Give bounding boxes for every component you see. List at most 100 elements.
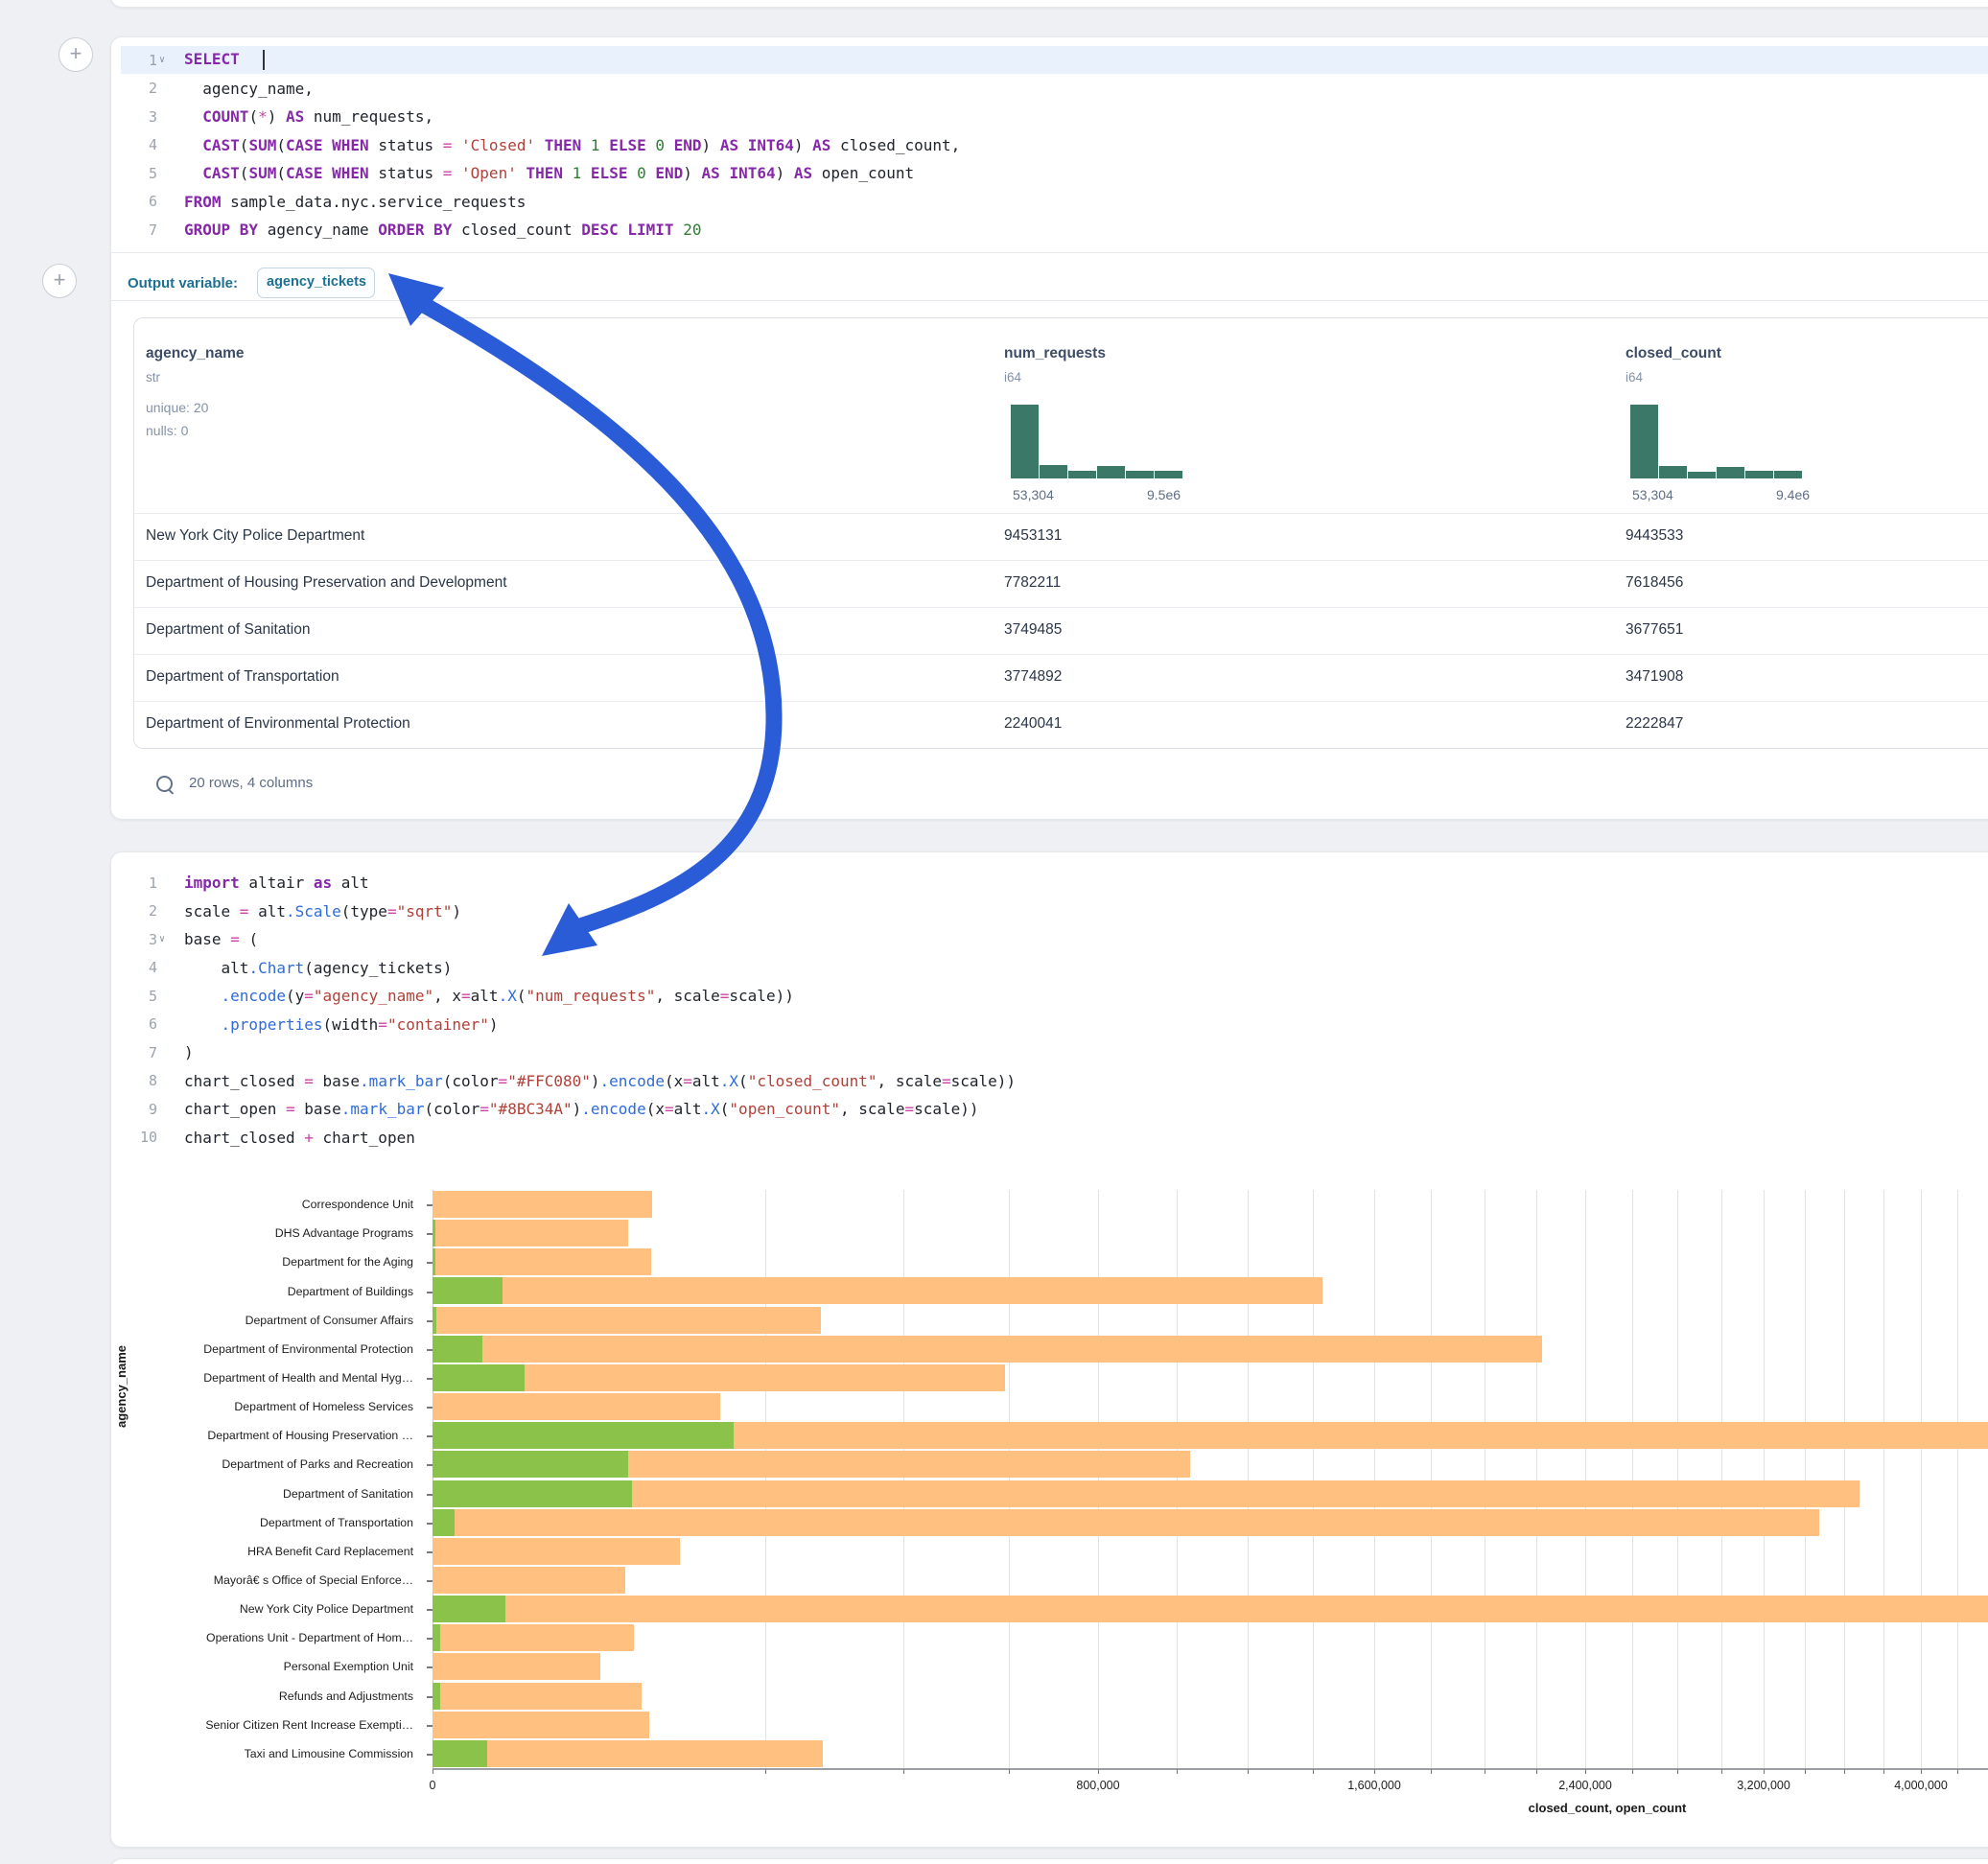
- y-axis-title: agency_name: [114, 1345, 129, 1428]
- code-text: import altair as alt: [173, 874, 369, 892]
- histogram-max-label: 9.5e6: [1147, 487, 1181, 502]
- histogram-min-label: 53,304: [1632, 487, 1673, 502]
- table-cell-agency_name: Department of Housing Preservation and D…: [146, 574, 507, 592]
- y-axis-label: Department of Housing Preservation …: [111, 1429, 423, 1442]
- code-text: chart_closed = base.mark_bar(color="#FFC…: [173, 1072, 1016, 1090]
- column-stat-nulls: nulls: 0: [146, 423, 188, 438]
- code-text: scale = alt.Scale(type="sqrt"): [173, 902, 461, 920]
- code-line[interactable]: 6 .properties(width="container"): [111, 1011, 1988, 1038]
- line-number: 5: [111, 988, 157, 1005]
- bar-closed-count: [433, 1567, 625, 1594]
- code-line[interactable]: 7): [111, 1038, 1988, 1066]
- histogram-bar: [1745, 471, 1773, 478]
- bar-closed-count: [433, 1480, 1859, 1507]
- x-axis-tick: [1313, 1769, 1314, 1774]
- code-line[interactable]: 8 chart_closed = base.mark_bar(color="#FF…: [111, 1067, 1988, 1095]
- bar-closed-count: [433, 1538, 680, 1565]
- code-text: COUNT(*) AS num_requests,: [173, 107, 433, 126]
- y-axis-label: Department of Buildings: [111, 1285, 423, 1298]
- cell-section-divider: [111, 252, 1988, 253]
- line-number: 7: [111, 221, 157, 239]
- bar-closed-count: [433, 1712, 649, 1738]
- bar-closed-count: [433, 1624, 634, 1651]
- line-number: 3: [111, 931, 157, 948]
- search-icon[interactable]: [156, 776, 173, 792]
- code-line[interactable]: 1∨SELECT: [111, 46, 1988, 74]
- bar-open-count: [433, 1277, 503, 1304]
- add-cell-button[interactable]: +: [58, 37, 93, 72]
- row-divider: [134, 513, 1988, 514]
- line-number: 1: [111, 52, 157, 69]
- column-header-agency-name[interactable]: agency_name: [146, 345, 245, 362]
- table-footer: 20 rows, 4 columns: [189, 775, 313, 791]
- output-variable-label: Output variable:: [128, 275, 238, 291]
- code-text: base = (: [173, 930, 258, 948]
- code-line[interactable]: 4 CAST(SUM(CASE WHEN status = 'Closed' T…: [111, 131, 1988, 159]
- code-text: SELECT: [173, 50, 265, 70]
- gridline: [1883, 1190, 1884, 1768]
- column-header-closed-count[interactable]: closed_count: [1625, 345, 1721, 362]
- bar-open-count: [433, 1451, 628, 1478]
- gridline: [1677, 1190, 1678, 1768]
- add-cell-button[interactable]: +: [42, 264, 77, 298]
- column-header-num-requests[interactable]: num_requests: [1004, 345, 1106, 362]
- line-number: 6: [111, 1015, 157, 1033]
- plus-icon: +: [54, 268, 66, 291]
- code-line[interactable]: 9chart_open = base.mark_bar(color="#8BC3…: [111, 1095, 1988, 1123]
- bar-closed-count: [433, 1393, 720, 1420]
- bar-closed-count: [433, 1653, 600, 1680]
- y-axis-label: Senior Citizen Rent Increase Exempti…: [111, 1718, 423, 1732]
- bar-closed-count: [433, 1596, 1988, 1622]
- line-number: 1: [111, 874, 157, 892]
- gridline: [1957, 1190, 1958, 1768]
- code-line[interactable]: 7GROUP BY agency_name ORDER BY closed_co…: [111, 216, 1988, 244]
- line-number: 8: [111, 1072, 157, 1089]
- chevron-down-icon[interactable]: ∨: [157, 934, 173, 944]
- histogram-num-requests: [1011, 404, 1182, 478]
- column-type: i64: [1004, 370, 1021, 384]
- next-cell-fragment: [110, 1858, 1988, 1864]
- x-axis-tick: [1248, 1769, 1249, 1774]
- y-axis-label: Department of Environmental Protection: [111, 1342, 423, 1356]
- code-line[interactable]: 5 .encode(y="agency_name", x=alt.X("num_…: [111, 982, 1988, 1010]
- code-line[interactable]: 3 COUNT(*) AS num_requests,: [111, 103, 1988, 130]
- y-axis-label: Department of Transportation: [111, 1516, 423, 1529]
- code-line[interactable]: 5 CAST(SUM(CASE WHEN status = 'Open' THE…: [111, 159, 1988, 187]
- code-line[interactable]: 2scale = alt.Scale(type="sqrt"): [111, 897, 1988, 925]
- code-line[interactable]: 3∨base = (: [111, 925, 1988, 953]
- code-line[interactable]: 6FROM sample_data.nyc.service_requests: [111, 188, 1988, 216]
- histogram-bar: [1155, 471, 1182, 478]
- y-axis-label: Refunds and Adjustments: [111, 1689, 423, 1703]
- code-line[interactable]: 1 import altair as alt: [111, 869, 1988, 897]
- code-line[interactable]: 10chart_closed + chart_open: [111, 1124, 1988, 1152]
- row-divider: [134, 560, 1988, 561]
- table-cell-closed_count: 9443533: [1625, 527, 1683, 545]
- x-axis-tick: [1721, 1769, 1722, 1774]
- bar-closed-count: [433, 1248, 651, 1275]
- chevron-down-icon[interactable]: ∨: [157, 55, 173, 65]
- row-divider: [134, 701, 1988, 702]
- x-axis-tick: [1677, 1769, 1678, 1774]
- code-text: CAST(SUM(CASE WHEN status = 'Open' THEN …: [173, 164, 914, 182]
- histogram-bar: [1774, 471, 1802, 478]
- code-line[interactable]: 4 alt.Chart(agency_tickets): [111, 954, 1988, 982]
- bar-open-count: [433, 1624, 440, 1651]
- table-cell-closed_count: 3471908: [1625, 668, 1683, 686]
- gridline: [1844, 1190, 1845, 1768]
- code-text: .encode(y="agency_name", x=alt.X("num_re…: [173, 987, 794, 1005]
- column-type: i64: [1625, 370, 1643, 384]
- bar-open-count: [433, 1740, 487, 1767]
- row-divider: [134, 607, 1988, 608]
- table-cell-agency_name: New York City Police Department: [146, 527, 364, 545]
- code-line[interactable]: 2 agency_name,: [111, 75, 1988, 103]
- output-variable-pill[interactable]: agency_tickets: [257, 268, 375, 298]
- y-axis-label: Correspondence Unit: [111, 1198, 423, 1211]
- column-type: str: [146, 370, 160, 384]
- line-number: 4: [111, 136, 157, 153]
- gridline: [1721, 1190, 1722, 1768]
- code-text: alt.Chart(agency_tickets): [173, 959, 452, 977]
- table-cell-closed_count: 7618456: [1625, 574, 1683, 592]
- y-axis-label: DHS Advantage Programs: [111, 1226, 423, 1240]
- gridline: [1805, 1190, 1806, 1768]
- x-axis-tick: [1957, 1769, 1958, 1774]
